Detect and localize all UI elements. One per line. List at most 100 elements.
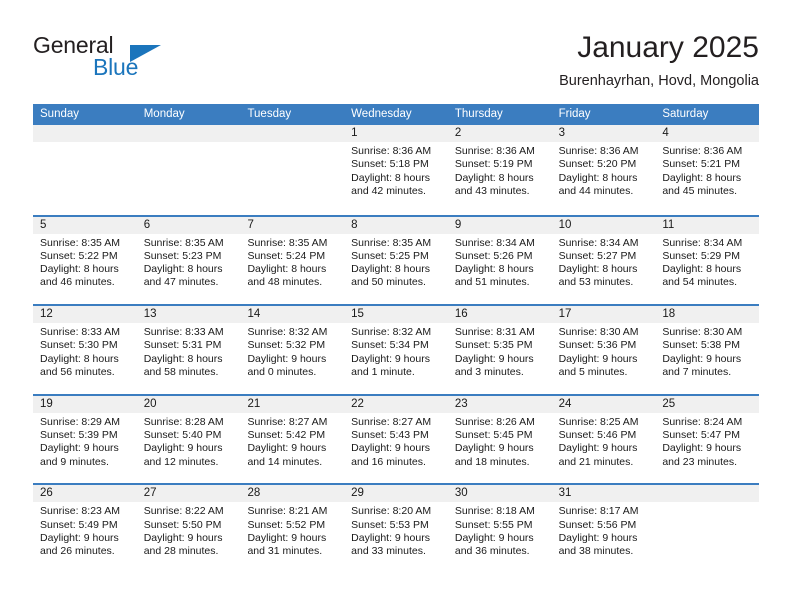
day-details: Sunrise: 8:33 AM Sunset: 5:30 PM Daylight:…	[33, 323, 137, 379]
calendar-day-cell[interactable]: 14 Sunrise: 8:32 AM Sunset: 5:32 PM Dayligh…	[240, 306, 345, 394]
sunset-text: Sunset: 5:34 PM	[351, 339, 429, 352]
day-details: Sunrise: 8:21 AM Sunset: 5:52 PM Daylight:…	[240, 502, 344, 558]
day-number: 25	[655, 395, 760, 413]
day-number: 31	[551, 485, 656, 503]
day-details: Sunrise: 8:36 AM Sunset: 5:20 PM Daylight:…	[552, 142, 656, 198]
calendar-day-cell[interactable]: 18 Sunrise: 8:30 AM Sunset: 5:38 PM Dayligh…	[655, 306, 760, 394]
calendar-day-cell[interactable]: 10 Sunrise: 8:34 AM Sunset: 5:27 PM Dayligh…	[551, 216, 656, 305]
calendar-day-cell[interactable]: 11 Sunrise: 8:34 AM Sunset: 5:29 PM Dayligh…	[655, 216, 760, 305]
day-details: Sunrise: 8:22 AM Sunset: 5:50 PM Daylight:…	[137, 502, 241, 558]
calendar-day-cell[interactable]: 8 Sunrise: 8:35 AM Sunset: 5:25 PM Daylight…	[344, 216, 448, 305]
calendar-day-cell[interactable]: 6 Sunrise: 8:35 AM Sunset: 5:23 PM Daylight…	[136, 216, 241, 305]
sunset-text: Sunset: 5:49 PM	[40, 518, 118, 531]
calendar-day-cell[interactable]: 22 Sunrise: 8:27 AM Sunset: 5:43 PM Dayligh…	[344, 395, 448, 484]
sunset-text: Sunset: 5:27 PM	[558, 249, 637, 262]
sunset-text: Sunset: 5:24 PM	[247, 249, 326, 262]
sunset-text: Sunset: 5:55 PM	[454, 518, 533, 531]
calendar-day-cell[interactable]: 29 Sunrise: 8:20 AM Sunset: 5:53 PM Dayligh…	[344, 485, 448, 573]
calendar-day-cell[interactable]: 15 Sunrise: 8:32 AM Sunset: 5:34 PM Dayligh…	[344, 306, 448, 394]
calendar-day-cell[interactable]: 5 Sunrise: 8:35 AM Sunset: 5:22 PM Daylight…	[33, 216, 137, 305]
calendar-day-cell[interactable]: 1 Sunrise: 8:36 AM Sunset: 5:18 PM Daylight…	[344, 125, 448, 215]
daylight-text-line2: and 3 minutes.	[454, 366, 524, 379]
daylight-text-line2: and 38 minutes.	[558, 545, 634, 558]
calendar-day-cell[interactable]: 20 Sunrise: 8:28 AM Sunset: 5:40 PM Dayligh…	[136, 395, 241, 484]
calendar-day-cell[interactable]: 26 Sunrise: 8:23 AM Sunset: 5:49 PM Dayligh…	[33, 485, 137, 573]
sunrise-text: Sunrise: 8:29 AM	[40, 415, 120, 428]
daylight-text-line1: Daylight: 9 hours	[143, 442, 223, 455]
day-details: Sunrise: 8:23 AM Sunset: 5:49 PM Daylight:…	[33, 502, 137, 558]
day-details: Sunrise: 8:27 AM Sunset: 5:42 PM Daylight:…	[240, 413, 344, 469]
calendar-day-cell[interactable]: 9 Sunrise: 8:34 AM Sunset: 5:26 PM Daylight…	[447, 216, 552, 305]
calendar-day-cell[interactable]: 24 Sunrise: 8:25 AM Sunset: 5:46 PM Dayligh…	[551, 395, 656, 484]
sunset-text: Sunset: 5:53 PM	[351, 518, 429, 531]
calendar-day-cell[interactable]: 13 Sunrise: 8:33 AM Sunset: 5:31 PM Dayligh…	[136, 306, 241, 394]
calendar-day-cell[interactable]: 28 Sunrise: 8:21 AM Sunset: 5:52 PM Dayligh…	[240, 485, 345, 573]
daylight-text-line2: and 28 minutes.	[143, 545, 219, 558]
calendar-day-cell[interactable]: 17 Sunrise: 8:30 AM Sunset: 5:36 PM Dayligh…	[551, 306, 656, 394]
day-number: 18	[655, 306, 760, 324]
general-blue-logo[interactable]: General Blue	[33, 32, 233, 88]
day-number	[136, 125, 241, 142]
calendar-day-cell[interactable]: 2 Sunrise: 8:36 AM Sunset: 5:19 PM Daylight…	[447, 125, 552, 215]
sunset-text: Sunset: 5:35 PM	[454, 339, 533, 352]
daylight-text-line2: and 31 minutes.	[247, 545, 323, 558]
daylight-text-line1: Daylight: 9 hours	[40, 531, 119, 544]
weekday-header-sunday: Sunday	[40, 108, 80, 120]
sunrise-text: Sunrise: 8:36 AM	[351, 145, 432, 157]
daylight-text-line1: Daylight: 9 hours	[351, 531, 430, 544]
calendar-week-row: 19 Sunrise: 8:29 AM Sunset: 5:39 PM Dayligh…	[33, 393, 760, 484]
daylight-text-line2: and 0 minutes.	[247, 366, 317, 379]
sunrise-text: Sunrise: 8:30 AM	[558, 326, 639, 339]
calendar-day-cell[interactable]: 25 Sunrise: 8:24 AM Sunset: 5:47 PM Dayligh…	[655, 395, 760, 484]
sunset-text: Sunset: 5:50 PM	[143, 518, 222, 531]
calendar-page: General Blue January 2025 Burenhayrhan, …	[0, 0, 792, 612]
calendar-day-cell[interactable]: 12 Sunrise: 8:33 AM Sunset: 5:30 PM Dayligh…	[33, 306, 137, 394]
weekday-header-monday: Monday	[143, 108, 185, 120]
daylight-text-line1: Daylight: 8 hours	[351, 263, 430, 276]
calendar-day-cell[interactable]: 4 Sunrise: 8:36 AM Sunset: 5:21 PM Daylight…	[655, 125, 760, 215]
calendar-week-row: 1 Sunrise: 8:36 AM Sunset: 5:18 PM Daylight…	[33, 125, 760, 215]
day-number: 20	[136, 395, 241, 413]
calendar-day-cell[interactable]: 16 Sunrise: 8:31 AM Sunset: 5:35 PM Dayligh…	[447, 306, 552, 394]
calendar-day-cell[interactable]: 21 Sunrise: 8:27 AM Sunset: 5:42 PM Dayligh…	[240, 395, 345, 484]
calendar-day-cell[interactable]: 30 Sunrise: 8:18 AM Sunset: 5:55 PM Dayligh…	[447, 485, 552, 573]
day-number: 24	[551, 395, 656, 413]
sunset-text: Sunset: 5:21 PM	[662, 158, 740, 171]
sunset-text: Sunset: 5:18 PM	[351, 158, 429, 171]
day-number: 13	[136, 306, 241, 324]
calendar-day-cell[interactable]: 23 Sunrise: 8:26 AM Sunset: 5:45 PM Dayligh…	[447, 395, 552, 484]
calendar-day-cell[interactable]: 19 Sunrise: 8:29 AM Sunset: 5:39 PM Dayligh…	[33, 395, 137, 484]
daylight-text-line2: and 18 minutes.	[454, 455, 530, 468]
daylight-text-line2: and 23 minutes.	[662, 455, 738, 468]
daylight-text-line1: Daylight: 8 hours	[558, 171, 638, 184]
weekday-header-thursday: Thursday	[454, 108, 503, 120]
daylight-text-line1: Daylight: 9 hours	[454, 531, 534, 544]
sunset-text: Sunset: 5:42 PM	[247, 429, 326, 442]
daylight-text-line1: Daylight: 8 hours	[454, 171, 534, 184]
sunrise-text: Sunrise: 8:35 AM	[40, 236, 120, 249]
daylight-text-line1: Daylight: 9 hours	[662, 352, 742, 365]
daylight-text-line2: and 56 minutes.	[40, 366, 115, 379]
day-details: Sunrise: 8:17 AM Sunset: 5:56 PM Daylight:…	[552, 502, 656, 558]
sunset-text: Sunset: 5:20 PM	[558, 158, 637, 171]
day-details: Sunrise: 8:31 AM Sunset: 5:35 PM Daylight:…	[448, 323, 552, 379]
calendar-day-cell[interactable]: 31 Sunrise: 8:17 AM Sunset: 5:56 PM Dayligh…	[551, 485, 656, 573]
day-number: 28	[240, 485, 345, 503]
weekday-header-wednesday: Wednesday	[351, 108, 412, 120]
sunrise-text: Sunrise: 8:20 AM	[351, 505, 432, 518]
sunset-text: Sunset: 5:40 PM	[143, 429, 222, 442]
day-details: Sunrise: 8:36 AM Sunset: 5:18 PM Daylight:…	[344, 142, 448, 198]
sunrise-text: Sunrise: 8:33 AM	[143, 326, 224, 339]
daylight-text-line2: and 47 minutes.	[143, 276, 219, 289]
calendar-day-cell[interactable]: 27 Sunrise: 8:22 AM Sunset: 5:50 PM Dayligh…	[136, 485, 241, 573]
title-block: January 2025 Burenhayrhan, Hovd, Mongoli…	[559, 30, 759, 91]
day-details: Sunrise: 8:18 AM Sunset: 5:55 PM Daylight:…	[448, 502, 552, 558]
daylight-text-line1: Daylight: 9 hours	[454, 442, 534, 455]
day-details: Sunrise: 8:34 AM Sunset: 5:27 PM Daylight:…	[552, 234, 656, 290]
day-number: 2	[447, 125, 552, 142]
calendar-day-cell[interactable]: 7 Sunrise: 8:35 AM Sunset: 5:24 PM Daylight…	[240, 216, 345, 305]
daylight-text-line1: Daylight: 9 hours	[454, 352, 534, 365]
daylight-text-line1: Daylight: 9 hours	[143, 531, 223, 544]
day-number: 26	[33, 485, 137, 503]
calendar-day-cell[interactable]: 3 Sunrise: 8:36 AM Sunset: 5:20 PM Daylight…	[551, 125, 656, 215]
